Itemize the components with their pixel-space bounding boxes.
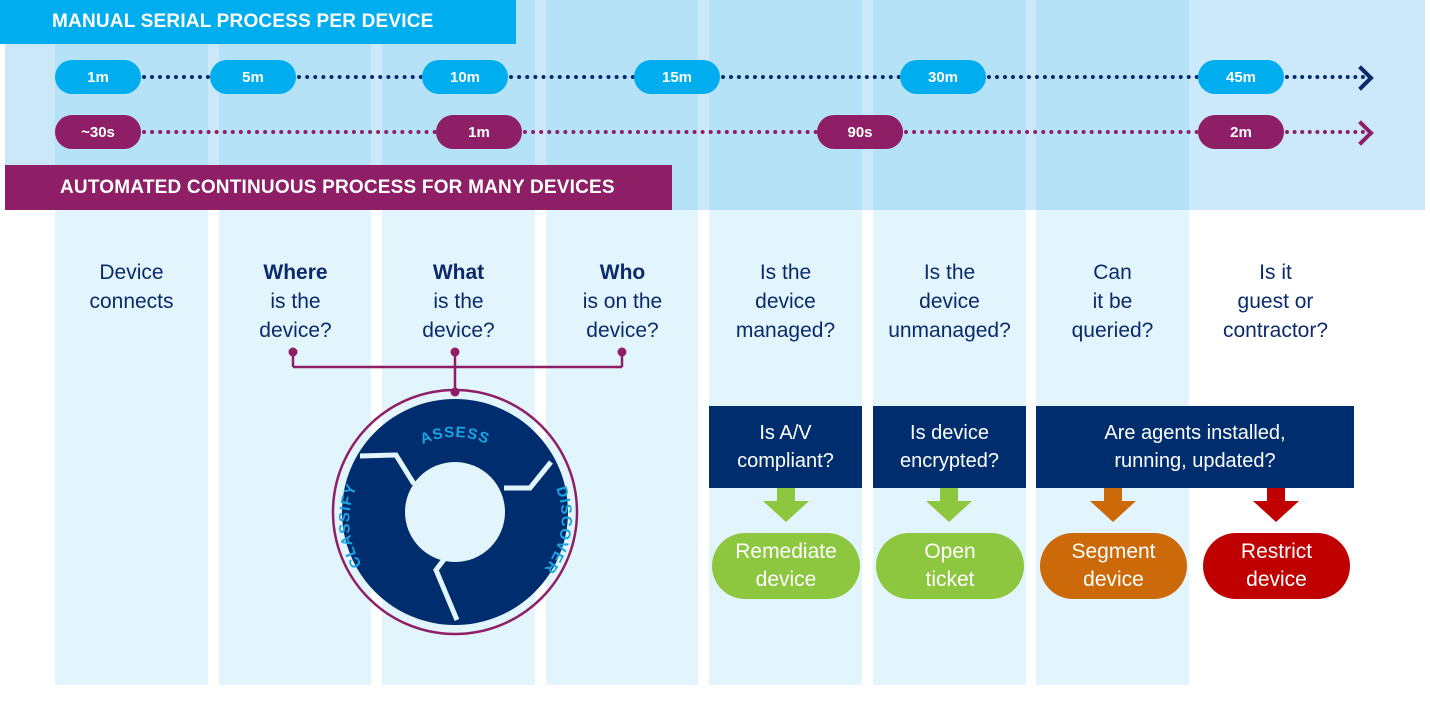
action-restrict-device: Restrict device [1203,533,1350,599]
action-line: device [755,568,817,591]
action-line: Restrict [1240,540,1313,563]
connector-dot [288,347,298,357]
cycle-wheel: ASSESS DISCOVER CLASSIFY [336,399,574,625]
action-line: ticket [925,568,975,591]
check-av-compliant: Is A/V compliant? [709,406,862,488]
cycle-diagram: ASSESS DISCOVER CLASSIFY [288,347,627,636]
action-segment-device: Segment device [1040,533,1187,599]
check-line: encrypted? [900,450,999,472]
action-open-ticket: Open ticket [876,533,1024,599]
check-line: Is device [910,422,989,444]
action-remediate-device: Remediate device [712,533,860,599]
action-line: Segment [1071,540,1156,563]
connector-dot [450,347,460,357]
connector-dot [617,347,627,357]
check-agents: Are agents installed, running, updated? [1036,406,1354,488]
action-line: device [1246,568,1307,591]
bracket-connector [291,352,624,392]
check-line: running, updated? [1114,450,1276,472]
action-line: device [1083,568,1144,591]
check-line: Is A/V [759,422,812,444]
action-line: Remediate [735,540,837,563]
action-line: Open [924,540,976,563]
check-line: compliant? [737,450,834,472]
check-line: Are agents installed, [1104,422,1286,444]
check-encrypted: Is device encrypted? [873,406,1026,488]
